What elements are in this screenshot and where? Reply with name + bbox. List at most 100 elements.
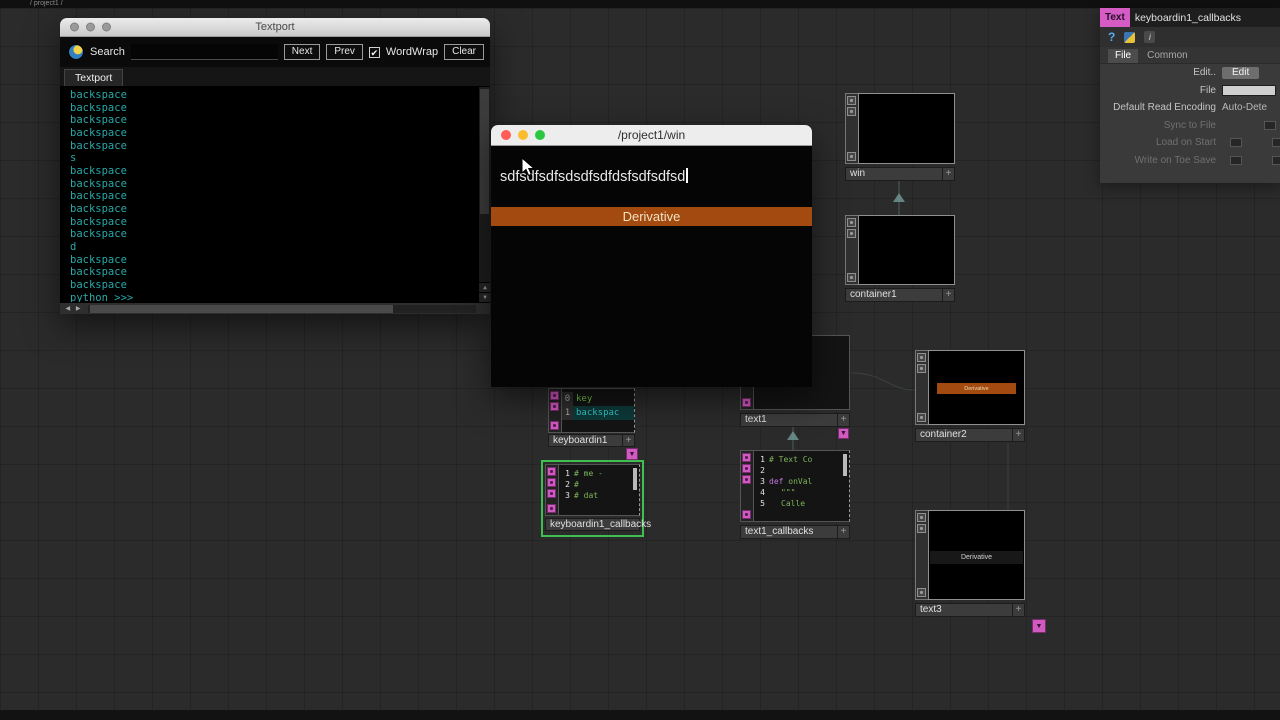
language-flag-icon[interactable]: [547, 489, 556, 498]
viewer-flag-icon[interactable]: [550, 391, 559, 400]
node-viewer[interactable]: 1 # me - 2 # 3 # dat: [558, 464, 640, 516]
node-viewer[interactable]: Derivative: [928, 510, 1025, 600]
textport-titlebar[interactable]: Textport: [60, 18, 490, 37]
node-name-box[interactable]: keyboardin1 +: [548, 434, 635, 447]
node-name-box[interactable]: text3 +: [915, 603, 1025, 617]
node-name-box[interactable]: text1 +: [740, 413, 850, 427]
viewer-flag-icon[interactable]: [742, 453, 751, 462]
bypass-flag-icon[interactable]: [550, 402, 559, 411]
scrollbar-thumb[interactable]: [480, 89, 489, 214]
bypass-flag-icon[interactable]: [742, 464, 751, 473]
bypass-flag-icon[interactable]: [917, 364, 926, 373]
plus-icon[interactable]: +: [837, 526, 849, 538]
docked-dat-flag-icon[interactable]: ▼: [626, 448, 638, 460]
node-flag-strip: [845, 93, 858, 164]
minimize-button[interactable]: [518, 130, 528, 140]
scroll-left-icon[interactable]: ◀: [66, 306, 73, 312]
next-button[interactable]: Next: [283, 44, 321, 60]
file-field[interactable]: [1222, 84, 1276, 96]
load-toggle[interactable]: [1230, 138, 1242, 147]
bypass-flag-icon[interactable]: [547, 478, 556, 487]
docked-dat-flag-icon[interactable]: ▼: [1032, 619, 1046, 633]
viewer-flag-icon[interactable]: [547, 467, 556, 476]
dat-scrollbar[interactable]: [633, 468, 637, 490]
close-button[interactable]: [501, 130, 511, 140]
node-viewer[interactable]: Derivative: [928, 350, 1025, 425]
export-flag-icon[interactable]: [550, 421, 559, 430]
info-icon[interactable]: i: [1144, 31, 1156, 43]
display-flag-icon[interactable]: [847, 152, 856, 161]
minimize-button[interactable]: [86, 22, 95, 32]
display-flag-icon[interactable]: [917, 588, 926, 597]
display-flag-icon[interactable]: [847, 273, 856, 282]
plus-icon[interactable]: +: [837, 414, 849, 426]
node-viewer[interactable]: [858, 93, 955, 164]
plus-icon[interactable]: +: [1012, 429, 1024, 441]
node-viewer[interactable]: 0 key 1 backspac: [561, 388, 635, 433]
export-flag-icon[interactable]: [742, 398, 751, 407]
node-win[interactable]: win +: [845, 93, 955, 181]
plus-icon[interactable]: +: [942, 168, 954, 180]
scroll-up-icon[interactable]: ▲: [479, 282, 490, 292]
clear-button[interactable]: Clear: [444, 44, 484, 60]
prev-button[interactable]: Prev: [326, 44, 363, 60]
load-toggle-2[interactable]: [1272, 138, 1280, 147]
node-text3[interactable]: Derivative text3 +: [915, 510, 1025, 617]
language-flag-icon[interactable]: [742, 475, 751, 484]
node-keyboardin1[interactable]: 0 key 1 backspac keyboardin1 +: [548, 388, 635, 447]
bypass-flag-icon[interactable]: [847, 229, 856, 238]
plus-icon[interactable]: +: [1012, 604, 1024, 616]
node-container1[interactable]: container1 +: [845, 215, 955, 302]
node-container2[interactable]: Derivative container2 +: [915, 350, 1025, 442]
viewer-flag-icon[interactable]: [847, 218, 856, 227]
window-title: Textport: [255, 21, 295, 33]
node-viewer[interactable]: [858, 215, 955, 285]
autocomplete-highlighted-item[interactable]: Derivative: [491, 207, 812, 226]
plus-icon[interactable]: +: [942, 289, 954, 301]
tab-textport[interactable]: Textport: [64, 69, 124, 86]
dat-scrollbar[interactable]: [843, 454, 847, 476]
node-viewer[interactable]: 1 # Text Co 2 3 def onVal 4 """ 5 Calle: [753, 450, 850, 522]
tab-file[interactable]: File: [1108, 49, 1139, 63]
viewer-flag-icon[interactable]: [847, 96, 856, 105]
tab-common[interactable]: Common: [1140, 49, 1195, 63]
encoding-dropdown[interactable]: Auto-Dete: [1222, 102, 1267, 113]
node-name-box[interactable]: keyboardin1_callbacks: [545, 518, 651, 531]
search-input[interactable]: [130, 44, 278, 60]
wordwrap-checkbox[interactable]: ✔: [368, 46, 380, 58]
node-name-box[interactable]: container2 +: [915, 428, 1025, 442]
node-name-box[interactable]: text1_callbacks +: [740, 525, 850, 539]
zoom-button[interactable]: [535, 130, 545, 140]
textport-console[interactable]: backspace backspace backspace backspace …: [60, 87, 490, 302]
bypass-flag-icon[interactable]: [917, 524, 926, 533]
node-keyboardin1-callbacks[interactable]: 1 # me - 2 # 3 # dat keyboardin1_callbac…: [545, 464, 651, 531]
write-toggle[interactable]: [1230, 155, 1242, 165]
node-text1-callbacks[interactable]: 1 # Text Co 2 3 def onVal 4 """ 5 Calle …: [740, 450, 850, 539]
export-flag-icon[interactable]: [547, 504, 556, 513]
write-toggle-2[interactable]: [1272, 155, 1280, 165]
close-button[interactable]: [70, 22, 79, 32]
horizontal-scrollbar[interactable]: ◀ ▶: [60, 302, 490, 314]
viewer-flag-icon[interactable]: [917, 353, 926, 362]
win-body[interactable]: sdfsdfsdfsdsdfsdfdsfsdfsdfsd Derivative: [491, 146, 812, 387]
sync-toggle[interactable]: [1264, 120, 1276, 130]
scroll-down-icon[interactable]: ▼: [479, 292, 490, 302]
zoom-button[interactable]: [102, 22, 111, 32]
help-icon[interactable]: ?: [1108, 30, 1115, 44]
scroll-right-icon[interactable]: ▶: [76, 306, 83, 312]
bypass-flag-icon[interactable]: [847, 107, 856, 116]
viewer-flag-icon[interactable]: [917, 513, 926, 522]
language-icon[interactable]: [1124, 31, 1136, 43]
node-name-box[interactable]: container1 +: [845, 288, 955, 302]
hscroll-track[interactable]: [88, 304, 476, 313]
vertical-scrollbar[interactable]: ▲ ▼: [478, 87, 490, 302]
win-titlebar[interactable]: /project1/win: [491, 125, 812, 146]
display-flag-icon[interactable]: [917, 413, 926, 422]
export-flag-icon[interactable]: [742, 510, 751, 519]
op-name-field[interactable]: keyboardin1_callbacks: [1129, 8, 1280, 27]
node-name-box[interactable]: win +: [845, 167, 955, 181]
plus-icon[interactable]: +: [622, 435, 634, 446]
hscroll-thumb[interactable]: [90, 304, 393, 313]
edit-button[interactable]: Edit: [1222, 66, 1260, 79]
docked-dat-flag-icon[interactable]: ▼: [838, 428, 849, 439]
